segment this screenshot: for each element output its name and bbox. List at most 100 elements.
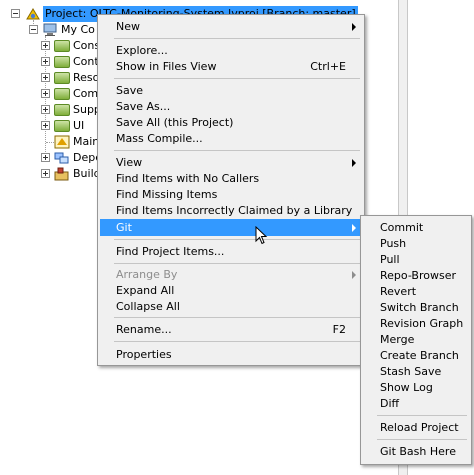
menu-separator [114,38,360,39]
menu-item-label: Switch Branch [380,301,459,314]
shortcut-label: Ctrl+E [310,60,346,73]
menu-item-find-items-incorrectly-claimed-by-a-library[interactable]: Find Items Incorrectly Claimed by a Libr… [100,202,362,219]
menu-item-label: Find Items Incorrectly Claimed by a Libr… [116,204,353,217]
git-menu-item-stash-save[interactable]: Stash Save [363,363,469,380]
menu-item-label: New [116,20,140,33]
folder-icon [54,104,70,116]
expand-icon[interactable] [41,105,50,114]
menu-item-show-in-files-view[interactable]: Show in Files View Ctrl+E [100,58,362,75]
git-menu-item-revert[interactable]: Revert [363,283,469,300]
menu-item-label: Arrange By [116,268,178,281]
expand-icon[interactable] [41,41,50,50]
menu-item-view[interactable]: View [100,154,362,171]
git-menu-item-show-log[interactable]: Show Log [363,379,469,396]
git-menu-item-pull[interactable]: Pull [363,251,469,268]
menu-item-label: Pull [380,253,400,266]
expand-icon[interactable] [41,153,50,162]
menu-item-explore[interactable]: Explore... [100,42,362,59]
tree-item[interactable]: Main [0,134,100,150]
menu-item-label: Find Items with No Callers [116,172,260,185]
submenu-arrow-icon [352,159,356,167]
expand-icon[interactable] [41,73,50,82]
tree-item[interactable]: UI [0,118,100,134]
tree-item[interactable]: Reso [0,70,100,86]
menu-item-label: Git Bash Here [380,445,456,458]
git-menu-item-create-branch[interactable]: Create Branch [363,347,469,364]
menu-item-label: Revert [380,285,417,298]
expand-icon[interactable] [41,57,50,66]
menu-item-rename[interactable]: Rename... F2 [100,321,362,338]
menu-item-label: Push [380,237,407,250]
menu-item-mass-compile[interactable]: Mass Compile... [100,130,362,147]
git-menu-item-merge[interactable]: Merge [363,331,469,348]
submenu-arrow-icon [352,271,356,279]
menu-item-label: Mass Compile... [116,132,203,145]
menu-item-save[interactable]: Save [100,82,362,99]
expand-icon[interactable] [41,89,50,98]
menu-item-label: Show Log [380,381,433,394]
menu-item-label: Find Project Items... [116,245,225,258]
tree-item-label: UI [73,119,85,132]
submenu-arrow-icon [352,23,356,31]
expand-icon[interactable] [41,169,50,178]
menu-item-git[interactable]: Git [100,219,362,236]
tree-item[interactable]: Build [0,166,101,182]
menu-item-label: Expand All [116,284,175,297]
menu-item-new[interactable]: New [100,18,362,35]
menu-item-properties[interactable]: Properties [100,346,362,363]
menu-item-label: Save All (this Project) [116,116,234,129]
menu-separator [114,150,360,151]
menu-item-label: Create Branch [380,349,459,362]
git-menu-item-switch-branch[interactable]: Switch Branch [363,299,469,316]
git-menu-item-push[interactable]: Push [363,235,469,252]
menu-item-find-items-with-no-callers[interactable]: Find Items with No Callers [100,170,362,187]
tree-item-label: Com [73,87,99,100]
menu-item-expand-all[interactable]: Expand All [100,282,362,299]
git-menu-item-reload-project[interactable]: Reload Project [363,419,469,436]
git-menu-item-revision-graph[interactable]: Revision Graph [363,315,469,332]
collapse-icon[interactable] [11,9,20,18]
git-menu-item-diff[interactable]: Diff [363,395,469,412]
folder-icon [54,56,70,68]
menu-item-label: Save As... [116,100,171,113]
git-submenu: Commit Push Pull Repo-Browser Revert Switch B… [360,215,472,465]
menu-item-label: View [116,156,143,169]
menu-item-label: Diff [380,397,400,410]
menu-separator [114,263,360,264]
submenu-arrow-icon [352,224,356,232]
menu-item-label: Rename... [116,323,172,336]
menu-item-label: Revision Graph [380,317,464,330]
menu-item-save-all-this-project[interactable]: Save All (this Project) [100,114,362,131]
menu-item-find-missing-items[interactable]: Find Missing Items [100,186,362,203]
menu-item-label: Properties [116,348,172,361]
git-menu-item-git-bash-here[interactable]: Git Bash Here [363,443,469,460]
tree-item[interactable]: Com [0,86,100,102]
computer-label: My Co [61,23,95,36]
menu-separator [114,239,360,240]
menu-item-label: Show in Files View [116,60,217,73]
menu-item-find-project-items[interactable]: Find Project Items... [100,243,362,260]
menu-item-label: Explore... [116,44,168,57]
git-menu-item-repo-browser[interactable]: Repo-Browser [363,267,469,284]
menu-separator [377,439,467,440]
tree-item[interactable]: Depe [0,150,102,166]
git-menu-item-commit[interactable]: Commit [363,219,469,236]
menu-item-label: Find Missing Items [116,188,218,201]
tree-item[interactable]: Cont [0,54,100,70]
folder-icon [54,120,70,132]
collapse-icon[interactable] [29,25,38,34]
tree-item-label: Cont [73,55,99,68]
build-icon [54,167,70,186]
menu-item-collapse-all[interactable]: Collapse All [100,298,362,315]
menu-item-label: Collapse All [116,300,180,313]
menu-item-label: Save [116,84,144,97]
expand-icon[interactable] [41,121,50,130]
tree-item[interactable]: Supp [0,102,101,118]
menu-item-save-as[interactable]: Save As... [100,98,362,115]
tree-item[interactable]: Cons [0,38,100,54]
menu-item-label: Reload Project [380,421,459,434]
folder-icon [54,88,70,100]
tree-item-label: Main [73,135,100,148]
menu-item-label: Commit [380,221,424,234]
menu-separator [114,78,360,79]
